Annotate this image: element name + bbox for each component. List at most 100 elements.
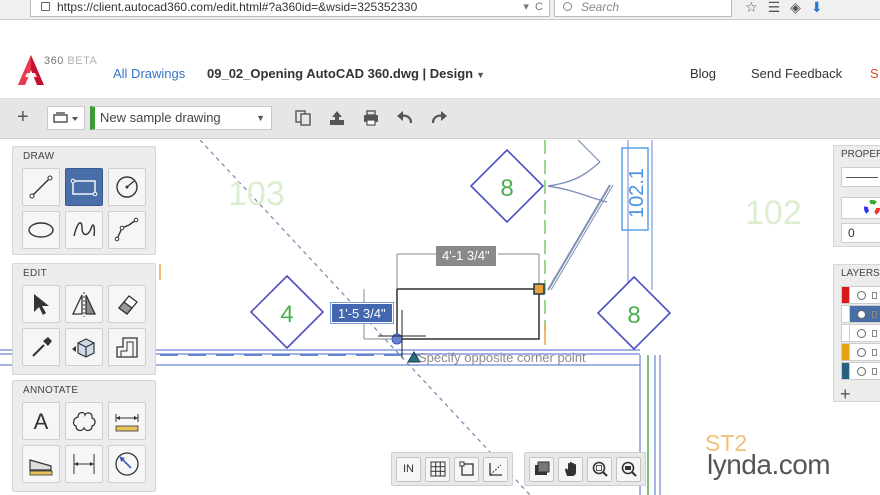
upload-icon[interactable] (327, 109, 347, 127)
layer-row[interactable] (841, 305, 880, 323)
mirror-tool-button[interactable] (65, 285, 103, 323)
color-selector[interactable] (841, 197, 880, 219)
zoom-extents-button[interactable] (616, 456, 641, 482)
browser-search-input[interactable]: Search (554, 0, 732, 17)
measure-radius-tool-button[interactable] (108, 445, 146, 483)
layer-lock-icon[interactable] (872, 329, 877, 337)
layer-color-swatch[interactable] (842, 306, 850, 322)
lynda-com-text: .com (771, 449, 831, 480)
reload-icon[interactable]: ▾ C (523, 0, 543, 15)
search-placeholder: Search (581, 0, 620, 14)
layer-row[interactable] (841, 343, 880, 361)
layer-row[interactable] (841, 362, 880, 380)
grid-toggle[interactable] (425, 456, 450, 482)
copy-icon[interactable] (293, 109, 313, 127)
room-label-103: 103 (228, 175, 285, 213)
ellipse-tool-button[interactable] (22, 211, 60, 249)
polyline-tool-button[interactable] (108, 211, 146, 249)
offset-tool-button[interactable] (108, 328, 146, 366)
reading-list-icon[interactable]: ☰ (768, 0, 781, 16)
document-title-text: 09_02_Opening AutoCAD 360.dwg | Design (207, 66, 474, 81)
layer-visibility-icon[interactable] (857, 328, 866, 338)
polyline-icon (114, 217, 139, 242)
area-measure-tool-button[interactable] (22, 445, 60, 483)
drawing-canvas[interactable]: 103 102 102.1 8 4 8 PROPER 0 LAYERS + DR… (0, 140, 880, 495)
drawing-selector[interactable]: New sample drawing ▼ (90, 106, 272, 130)
layer-color-swatch[interactable] (842, 344, 850, 360)
view-controls-bar (524, 452, 646, 486)
layer-row[interactable] (841, 324, 880, 342)
download-icon[interactable]: ⬇ (811, 0, 823, 16)
lineweight-input[interactable]: 0 (841, 223, 880, 243)
bookmark-star-icon[interactable]: ☆ (745, 0, 758, 16)
browser-icons: ☆ ☰ ◈ ⬇ (745, 0, 823, 16)
match-properties-tool-button[interactable] (22, 328, 60, 366)
add-layer-icon[interactable]: + (834, 381, 880, 403)
door-tag-8-top: 8 (500, 175, 513, 202)
add-icon[interactable]: + (17, 107, 29, 127)
text-icon: A (34, 409, 49, 434)
redo-icon[interactable] (429, 109, 449, 127)
layer-lock-icon[interactable] (872, 291, 877, 299)
send-feedback-link[interactable]: Send Feedback (751, 66, 842, 81)
ortho-icon (488, 463, 502, 476)
rectangle-tool-button[interactable] (65, 168, 103, 206)
properties-title: PROPER (841, 149, 880, 160)
select-tool-button[interactable] (22, 285, 60, 323)
text-tool-button[interactable]: A (22, 402, 60, 440)
snap-toggle[interactable] (454, 456, 479, 482)
layer-lock-icon[interactable] (872, 310, 877, 318)
layer-row[interactable] (841, 286, 880, 304)
vertical-dimension-input[interactable]: 1'-5 3/4" (330, 302, 394, 324)
units-button[interactable]: IN (396, 456, 421, 482)
layer-visibility-icon[interactable] (857, 347, 866, 357)
aligned-dimension-tool-button[interactable] (65, 445, 103, 483)
pan-button[interactable] (558, 456, 583, 482)
print-icon[interactable] (361, 109, 381, 127)
address-bar[interactable]: https://client.autocad360.com/edit.html#… (30, 0, 550, 17)
linear-dimension-tool-button[interactable] (108, 402, 146, 440)
layers-title: LAYERS (841, 268, 880, 279)
annotate-panel-title: ANNOTATE (23, 385, 79, 396)
move-3d-icon (72, 338, 95, 358)
rectangle-icon (70, 178, 98, 197)
layout-button[interactable] (529, 456, 554, 482)
circle-tool-button[interactable] (108, 168, 146, 206)
eyedropper-icon (32, 337, 52, 357)
layer-state-button[interactable] (47, 106, 85, 130)
blog-link[interactable]: Blog (690, 66, 716, 81)
layer-color-swatch[interactable] (842, 287, 850, 303)
url-text: https://client.autocad360.com/edit.html#… (57, 0, 418, 14)
layer-color-swatch[interactable] (842, 363, 850, 379)
freehand-icon (73, 222, 96, 237)
layer-visibility-icon[interactable] (857, 290, 866, 300)
undo-icon[interactable] (395, 109, 415, 127)
pocket-icon[interactable]: ◈ (790, 0, 801, 16)
draw-panel: DRAW (12, 146, 156, 255)
corner-grip[interactable] (533, 283, 545, 295)
area-measure-icon (29, 459, 53, 476)
eraser-icon (118, 295, 138, 315)
layer-lock-icon[interactable] (872, 348, 877, 356)
line-style-preview (846, 177, 878, 178)
erase-tool-button[interactable] (108, 285, 146, 323)
zoom-window-icon (592, 461, 608, 477)
browser-toolbar: https://client.autocad360.com/edit.html#… (0, 0, 880, 20)
cloud-markup-tool-button[interactable] (65, 402, 103, 440)
line-style-selector[interactable] (841, 167, 880, 187)
grid-icon (430, 461, 445, 477)
truncated-nav-link[interactable]: S (870, 66, 879, 81)
layer-color-swatch[interactable] (842, 325, 850, 341)
edit-panel: EDIT (12, 263, 156, 375)
move-tool-button[interactable] (65, 328, 103, 366)
all-drawings-link[interactable]: All Drawings (113, 66, 185, 81)
document-title[interactable]: 09_02_Opening AutoCAD 360.dwg | Design ▼ (207, 66, 485, 81)
line-tool-button[interactable] (22, 168, 60, 206)
freehand-tool-button[interactable] (65, 211, 103, 249)
layer-visibility-icon[interactable] (857, 309, 866, 319)
ortho-toggle[interactable] (483, 456, 508, 482)
offset-icon (116, 337, 138, 358)
layer-visibility-icon[interactable] (857, 366, 866, 376)
layer-lock-icon[interactable] (872, 367, 877, 375)
zoom-window-button[interactable] (587, 456, 612, 482)
